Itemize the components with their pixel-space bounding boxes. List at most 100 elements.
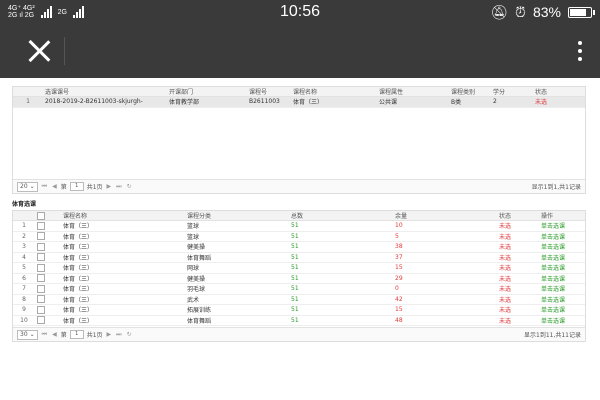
select-course-button[interactable]: 单击选课 (539, 283, 585, 295)
table-cell: 体育（三） (291, 96, 377, 108)
next-page-icon[interactable]: ▶︎ (106, 331, 113, 338)
remaining-count: 15 (393, 262, 497, 274)
row-checkbox[interactable] (37, 232, 45, 241)
column-header: 操作 (539, 211, 585, 221)
select-all-checkbox[interactable] (37, 211, 45, 220)
app-bar (0, 24, 600, 78)
page-size-select[interactable]: 20 ⌄ (17, 181, 38, 192)
course-category: 武术 (185, 294, 289, 305)
row-number: 9 (13, 304, 35, 316)
select-course-button[interactable]: 单击选课 (539, 262, 585, 274)
status-bar: 4G⁺ 4G² 2G ıl 2G 2G 10:56 🔕︎ ⏰︎ 83% (0, 0, 600, 24)
status-text: 未选 (497, 231, 539, 242)
table-cell: 1 (13, 96, 43, 108)
row-checkbox-cell (35, 231, 61, 242)
column-header (13, 87, 43, 97)
column-header: 总数 (289, 211, 393, 221)
chevron-down-icon: ⌄ (29, 331, 35, 338)
table-row: 10 体育（三） 体育舞蹈 51 48 未选 单击选课 (13, 315, 585, 326)
row-checkbox[interactable] (37, 221, 45, 230)
first-page-icon[interactable]: ⏮︎ (41, 183, 48, 191)
clock: 10:56 (279, 3, 321, 20)
page-count: 共1页 (86, 332, 103, 339)
row-checkbox[interactable] (37, 253, 45, 262)
table-cell: 2018-2019-2-B2611003-skjurgh- (43, 96, 167, 108)
last-page-icon[interactable]: ⏭︎ (115, 183, 122, 191)
course-name: 体育（三） (61, 273, 185, 284)
prev-page-icon[interactable]: ◀︎ (51, 331, 58, 338)
total-count: 51 (289, 220, 393, 232)
row-checkbox[interactable] (37, 242, 45, 251)
column-header (35, 211, 61, 221)
mute-icon: 🔕︎ (490, 3, 509, 20)
column-header: 课程号 (247, 87, 291, 97)
page-prefix: 第 (60, 184, 67, 191)
course-category: 网球 (185, 262, 289, 274)
row-checkbox-cell (35, 294, 61, 305)
select-course-button[interactable]: 单击选课 (539, 273, 585, 284)
total-count: 51 (289, 304, 393, 316)
first-page-icon[interactable]: ⏮︎ (41, 331, 48, 339)
table-cell: 体育教学部 (167, 96, 247, 108)
remaining-count: 0 (393, 283, 497, 295)
status-text: 未选 (497, 262, 539, 274)
select-course-button[interactable]: 单击选课 (539, 220, 585, 232)
table-header: 选课课号 开课部门 课程号 课程名称 课程属性 课程类别 学分 状态 (13, 87, 585, 97)
course-name: 体育（三） (61, 315, 185, 326)
column-header: 状态 (533, 87, 585, 97)
page-number-input[interactable]: 1 (69, 330, 84, 339)
network-type-bottom: 2G ıl 2G (8, 12, 35, 19)
course-name: 体育（三） (61, 262, 185, 274)
page-size-value: 20 (20, 183, 28, 190)
select-course-button[interactable]: 单击选课 (539, 315, 585, 326)
select-course-button[interactable]: 单击选课 (539, 241, 585, 253)
signal-icon-2 (73, 6, 84, 18)
course-category: 羽毛球 (185, 283, 289, 295)
course-name: 体育（三） (61, 220, 185, 232)
select-course-button[interactable]: 单击选课 (539, 294, 585, 305)
status-text: 未选 (497, 241, 539, 253)
next-page-icon[interactable]: ▶︎ (106, 183, 113, 190)
column-header: 开课部门 (167, 87, 247, 97)
column-header: 课程名称 (61, 211, 185, 221)
row-number: 10 (13, 315, 35, 326)
course-category: 体育舞蹈 (185, 315, 289, 326)
page-size-select[interactable]: 30 ⌄ (17, 329, 38, 340)
column-header: 选课课号 (43, 87, 167, 97)
page-number-input[interactable]: 1 (69, 182, 84, 191)
course-name: 体育（三） (61, 304, 185, 316)
refresh-icon[interactable]: ↻ (126, 331, 133, 338)
row-checkbox[interactable] (37, 263, 45, 272)
select-course-button[interactable]: 单击选课 (539, 252, 585, 263)
row-checkbox[interactable] (37, 295, 45, 304)
signal-label: 2G (57, 8, 67, 16)
table-row[interactable]: 1 2018-2019-2-B2611003-skjurgh- 体育教学部 B2611… (13, 96, 585, 108)
row-checkbox[interactable] (37, 305, 45, 314)
network-type: 4G⁺ 4G² 2G ıl 2G (8, 5, 35, 19)
more-options-icon[interactable] (574, 37, 586, 65)
prev-page-icon[interactable]: ◀︎ (51, 183, 58, 190)
course-category: 篮球 (185, 231, 289, 242)
refresh-icon[interactable]: ↻ (126, 183, 133, 190)
row-number: 5 (13, 262, 35, 274)
battery-percent: 83% (532, 4, 561, 20)
column-header: 课程名称 (291, 87, 377, 97)
select-course-button[interactable]: 单击选课 (539, 304, 585, 316)
column-header: 课程分类 (185, 211, 289, 221)
close-icon[interactable] (26, 38, 52, 64)
table-row: 2 体育（三） 篮球 51 5 未选 单击选课 (13, 231, 585, 242)
column-header (13, 211, 35, 221)
row-number: 7 (13, 283, 35, 295)
total-count: 51 (289, 231, 393, 242)
select-course-button[interactable]: 单击选课 (539, 231, 585, 242)
app-bar-divider (64, 37, 65, 65)
row-checkbox[interactable] (37, 274, 45, 283)
network-type-top: 4G⁺ 4G² (8, 5, 35, 12)
table-header: 课程名称 课程分类 总数 余量 状态 操作 (13, 211, 585, 221)
row-number: 1 (13, 220, 35, 232)
row-checkbox[interactable] (37, 316, 45, 325)
course-name: 体育（三） (61, 252, 185, 263)
row-checkbox[interactable] (37, 284, 45, 293)
row-number: 3 (13, 241, 35, 253)
last-page-icon[interactable]: ⏭︎ (115, 331, 122, 339)
